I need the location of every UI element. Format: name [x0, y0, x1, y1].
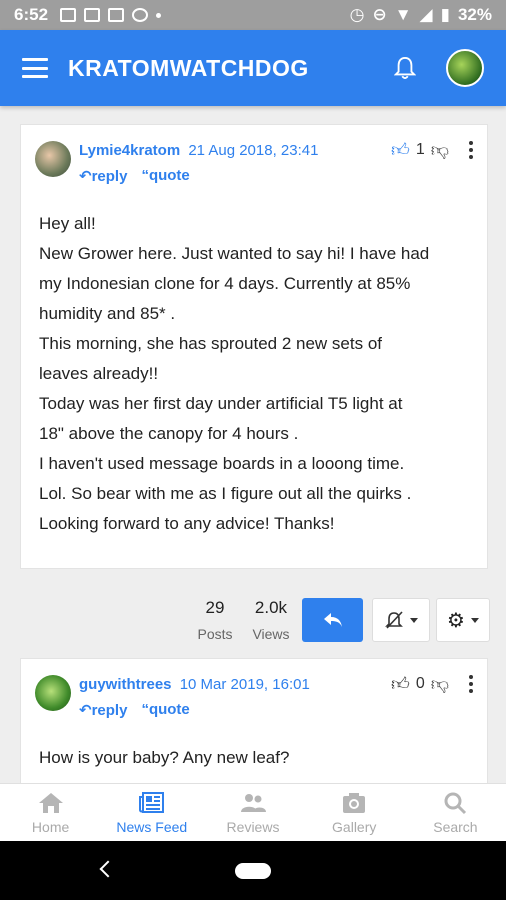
signal-icon: ◢: [419, 5, 433, 24]
post-date: 21 Aug 2018, 23:41: [188, 142, 319, 159]
gear-icon: ⚙: [447, 609, 465, 632]
chevron-down-icon: [470, 617, 479, 623]
reply-link[interactable]: ↶reply: [79, 701, 127, 719]
nav-search[interactable]: Search: [405, 784, 506, 841]
nav-news-feed[interactable]: News Feed: [101, 784, 202, 841]
post-body-line: 18" above the canopy for 4 hours .: [39, 424, 299, 443]
status-bar: 6:52 ◷ ⊖ ▼ ◢ ▮ 32%: [0, 0, 506, 30]
post-username[interactable]: Lymie4kratom: [79, 142, 180, 159]
bell-off-icon: [385, 611, 403, 629]
more-options-icon[interactable]: [469, 141, 473, 159]
reply-link[interactable]: ↶reply: [79, 167, 127, 185]
quote-link[interactable]: “quote: [141, 167, 189, 185]
quote-link[interactable]: “quote: [141, 701, 189, 719]
mute-notifications-button[interactable]: [372, 598, 430, 642]
nav-label: News Feed: [116, 818, 188, 835]
quote-icon: “: [141, 701, 149, 718]
app-icon: [132, 8, 149, 22]
reply-label: reply: [91, 168, 128, 185]
quote-icon: “: [141, 167, 149, 184]
like-count: 1: [415, 141, 425, 158]
bottom-navigation: Home News Feed Reviews Gallery Search: [0, 783, 506, 841]
post-body-line: humidity and 85* .: [39, 304, 176, 323]
post-body: How is your baby? Any new leaf?: [39, 743, 479, 773]
thumbs-up-icon[interactable]: 👍︎: [391, 673, 410, 695]
post-header: guywithtrees 10 Mar 2019, 16:01 ↶reply “…: [35, 675, 310, 719]
like-count: 0: [415, 675, 425, 692]
post-body-line: This morning, she has sprouted 2 new set…: [39, 334, 383, 353]
status-time: 6:52: [14, 5, 49, 24]
thumbs-up-icon[interactable]: 👍︎: [391, 139, 410, 161]
image-icon: [84, 8, 101, 22]
app-title: KRATOMWATCHDOG: [68, 54, 309, 81]
search-icon: [444, 792, 467, 814]
nav-gallery[interactable]: Gallery: [304, 784, 405, 841]
post-body-line: Hey all!: [39, 214, 96, 233]
nav-reviews[interactable]: Reviews: [202, 784, 303, 841]
post-body: Hey all! New Grower here. Just wanted to …: [39, 209, 479, 539]
reviews-icon: [241, 793, 266, 812]
reply-label: reply: [91, 702, 128, 719]
reply-button[interactable]: [302, 598, 363, 642]
system-navigation-bar: [0, 841, 506, 900]
nav-label: Reviews: [226, 818, 280, 835]
post-card: Lymie4kratom 21 Aug 2018, 23:41 ↶reply “…: [20, 124, 488, 569]
post-body-line: Lol. So bear with me as I figure out all…: [39, 484, 412, 503]
gallery-icon: [343, 792, 366, 813]
nav-label: Search: [433, 818, 478, 835]
post-body-line: Looking forward to any advice! Thanks!: [39, 514, 335, 533]
post-header: Lymie4kratom 21 Aug 2018, 23:41 ↶reply “…: [35, 141, 318, 185]
post-body-line: How is your baby? Any new leaf?: [39, 748, 290, 767]
home-gesture-pill[interactable]: [235, 862, 271, 879]
views-label: Views: [252, 626, 290, 642]
reply-icon: ↶: [79, 168, 92, 185]
user-avatar[interactable]: [446, 49, 484, 87]
nav-home[interactable]: Home: [0, 784, 101, 841]
bell-icon[interactable]: [394, 55, 416, 81]
news-icon: [108, 8, 125, 22]
reply-arrow-icon: [323, 613, 342, 627]
battery-icon: ▮: [440, 5, 450, 24]
home-icon: [38, 792, 63, 813]
vote-controls: 👍︎ 0 👎︎: [391, 673, 473, 695]
dnd-icon: ⊖: [372, 5, 387, 24]
post-body-line: I haven't used message boards in a looon…: [39, 454, 405, 473]
app-bar: KRATOMWATCHDOG: [0, 30, 506, 106]
posts-label: Posts: [197, 626, 233, 642]
nav-label: Home: [31, 818, 70, 835]
more-options-icon[interactable]: [469, 675, 473, 693]
cast-icon: [60, 8, 77, 22]
battery-level: 32%: [457, 5, 492, 24]
post-date: 10 Mar 2019, 16:01: [179, 676, 310, 693]
views-stat: 2.0k Views: [246, 598, 296, 642]
posts-stat: 29 Posts: [192, 598, 238, 642]
notification-icons: [60, 8, 162, 22]
views-count: 2.0k: [254, 598, 288, 617]
reply-icon: ↶: [79, 702, 92, 719]
vote-controls: 👍︎ 1 👎︎: [391, 139, 473, 161]
more-notifications-icon: [156, 12, 162, 18]
post-body-line: my Indonesian clone for 4 days. Currentl…: [39, 274, 411, 293]
wifi-icon: ▼: [394, 5, 412, 24]
back-icon[interactable]: [99, 860, 117, 878]
avatar[interactable]: [35, 141, 71, 177]
thumbs-down-icon[interactable]: 👎︎: [431, 673, 449, 695]
chevron-down-icon: [410, 617, 418, 623]
post-body-line: New Grower here. Just wanted to say hi! …: [39, 244, 430, 263]
alarm-icon: ◷: [349, 5, 365, 24]
post-username[interactable]: guywithtrees: [79, 676, 172, 693]
thread-stats-row: 29 Posts 2.0k Views ⚙: [0, 590, 506, 650]
thread-settings-button[interactable]: ⚙: [436, 598, 490, 642]
news-feed-icon: [138, 791, 164, 813]
nav-label: Gallery: [332, 818, 377, 835]
post-body-line: Today was her first day under artificial…: [39, 394, 403, 413]
thumbs-down-icon[interactable]: 👎︎: [431, 139, 449, 161]
post-body-line: leaves already!!: [39, 364, 159, 383]
posts-count: 29: [205, 598, 225, 617]
quote-label: quote: [148, 167, 190, 184]
post-card: guywithtrees 10 Mar 2019, 16:01 ↶reply “…: [20, 658, 488, 783]
quote-label: quote: [148, 701, 190, 718]
avatar[interactable]: [35, 675, 71, 711]
menu-icon[interactable]: [22, 58, 48, 78]
